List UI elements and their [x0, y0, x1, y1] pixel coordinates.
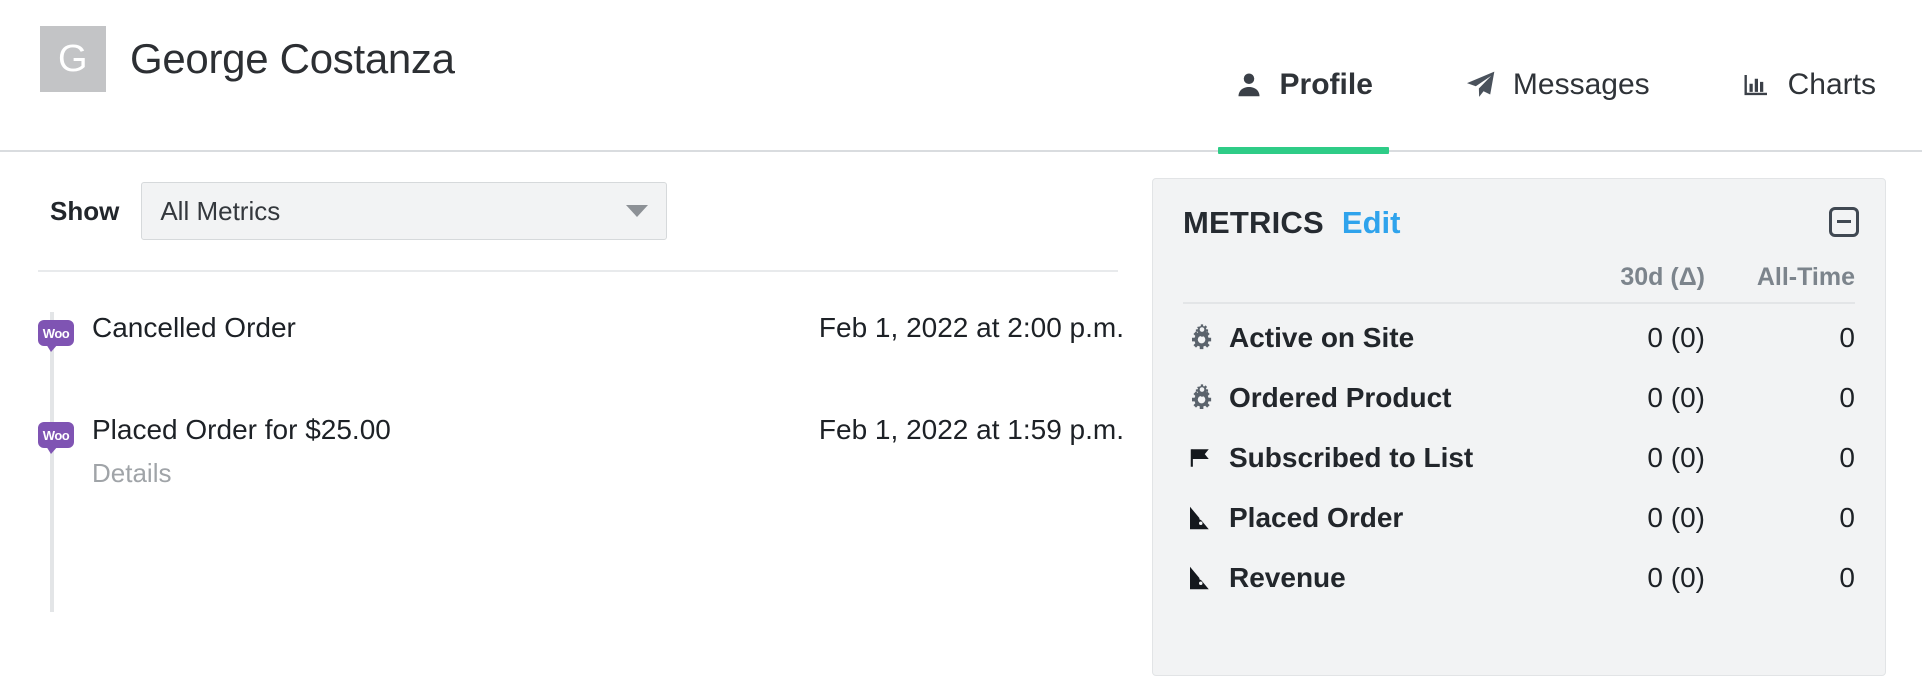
metric-filter-value: All Metrics [160, 196, 280, 227]
activity-timeline: Woo Cancelled Order Feb 1, 2022 at 2:00 … [38, 272, 1130, 489]
metric-row-revenue[interactable]: Revenue 0 (0) 0 [1183, 552, 1855, 604]
flag-icon [1183, 441, 1217, 475]
woocommerce-icon-label: Woo [43, 327, 69, 340]
cart-flag-icon [1183, 501, 1217, 535]
gears-icon [1183, 321, 1217, 355]
column-header-30d: 30d (Δ) [1535, 263, 1705, 292]
chevron-down-icon [626, 205, 648, 217]
metric-row-active-on-site[interactable]: Active on Site 0 (0) 0 [1183, 312, 1855, 364]
main-content: Show All Metrics Woo Cancelled Order Feb… [0, 152, 1922, 694]
metric-filter: Show All Metrics [38, 182, 1130, 240]
metric-all-time-value: 0 [1705, 502, 1855, 534]
metric-name: Placed Order [1229, 502, 1535, 534]
app-header: G George Costanza Profile Messages [0, 0, 1922, 152]
tab-messages-label: Messages [1513, 68, 1650, 102]
timeline-item-title: Cancelled Order [92, 312, 819, 344]
metrics-edit-link[interactable]: Edit [1342, 205, 1401, 241]
tab-profile-label: Profile [1280, 68, 1373, 102]
profile-identity: G George Costanza [0, 0, 455, 92]
primary-nav: Profile Messages Charts [1188, 0, 1922, 152]
metric-30d-value: 0 (0) [1535, 322, 1705, 354]
tab-profile[interactable]: Profile [1188, 0, 1419, 152]
metric-name: Active on Site [1229, 322, 1535, 354]
woocommerce-icon: Woo [38, 320, 74, 346]
metrics-panel-title: METRICS [1183, 205, 1324, 241]
gears-icon [1183, 381, 1217, 415]
tab-messages[interactable]: Messages [1419, 0, 1696, 152]
timeline-item-timestamp: Feb 1, 2022 at 2:00 p.m. [819, 312, 1130, 344]
metrics-panel-header: METRICS Edit [1183, 205, 1855, 241]
metric-filter-select[interactable]: All Metrics [141, 182, 667, 240]
page-title: George Costanza [130, 35, 455, 83]
user-icon [1234, 70, 1264, 100]
metric-row-ordered-product[interactable]: Ordered Product 0 (0) 0 [1183, 372, 1855, 424]
timeline-top-spacer [38, 278, 1130, 312]
metric-name: Revenue [1229, 562, 1535, 594]
timeline-item-body: Cancelled Order [74, 312, 819, 344]
timeline-item: Woo Cancelled Order Feb 1, 2022 at 2:00 … [38, 312, 1130, 380]
metrics-column-headers: 30d (Δ) All-Time [1183, 263, 1855, 304]
bar-chart-icon [1742, 70, 1772, 100]
metric-name: Subscribed to List [1229, 442, 1535, 474]
timeline-item-timestamp: Feb 1, 2022 at 1:59 p.m. [819, 414, 1130, 446]
timeline-item: Woo Placed Order for $25.00 Details Feb … [38, 414, 1130, 489]
metrics-panel: METRICS Edit 30d (Δ) All-Time Active on … [1152, 178, 1886, 676]
timeline-spacer [38, 380, 1130, 414]
metric-name: Ordered Product [1229, 382, 1535, 414]
woocommerce-icon: Woo [38, 422, 74, 448]
metric-30d-value: 0 (0) [1535, 442, 1705, 474]
avatar: G [40, 26, 106, 92]
timeline-item-body: Placed Order for $25.00 Details [74, 414, 819, 489]
filter-label: Show [50, 196, 119, 227]
metric-all-time-value: 0 [1705, 322, 1855, 354]
cart-flag-icon [1183, 561, 1217, 595]
collapse-minus-icon[interactable] [1829, 207, 1859, 237]
timeline-item-title: Placed Order for $25.00 [92, 414, 819, 446]
activity-column: Show All Metrics Woo Cancelled Order Feb… [0, 152, 1130, 694]
timeline-item-details-link[interactable]: Details [92, 458, 819, 489]
metric-30d-value: 0 (0) [1535, 562, 1705, 594]
metric-all-time-value: 0 [1705, 442, 1855, 474]
column-header-all-time: All-Time [1705, 263, 1855, 292]
metric-all-time-value: 0 [1705, 562, 1855, 594]
metric-row-subscribed-to-list[interactable]: Subscribed to List 0 (0) 0 [1183, 432, 1855, 484]
woocommerce-icon-label: Woo [43, 429, 69, 442]
tab-charts[interactable]: Charts [1696, 0, 1922, 152]
metric-30d-value: 0 (0) [1535, 382, 1705, 414]
tab-charts-label: Charts [1788, 68, 1876, 102]
metric-row-placed-order[interactable]: Placed Order 0 (0) 0 [1183, 492, 1855, 544]
paper-plane-icon [1465, 69, 1497, 101]
metric-30d-value: 0 (0) [1535, 502, 1705, 534]
metric-all-time-value: 0 [1705, 382, 1855, 414]
